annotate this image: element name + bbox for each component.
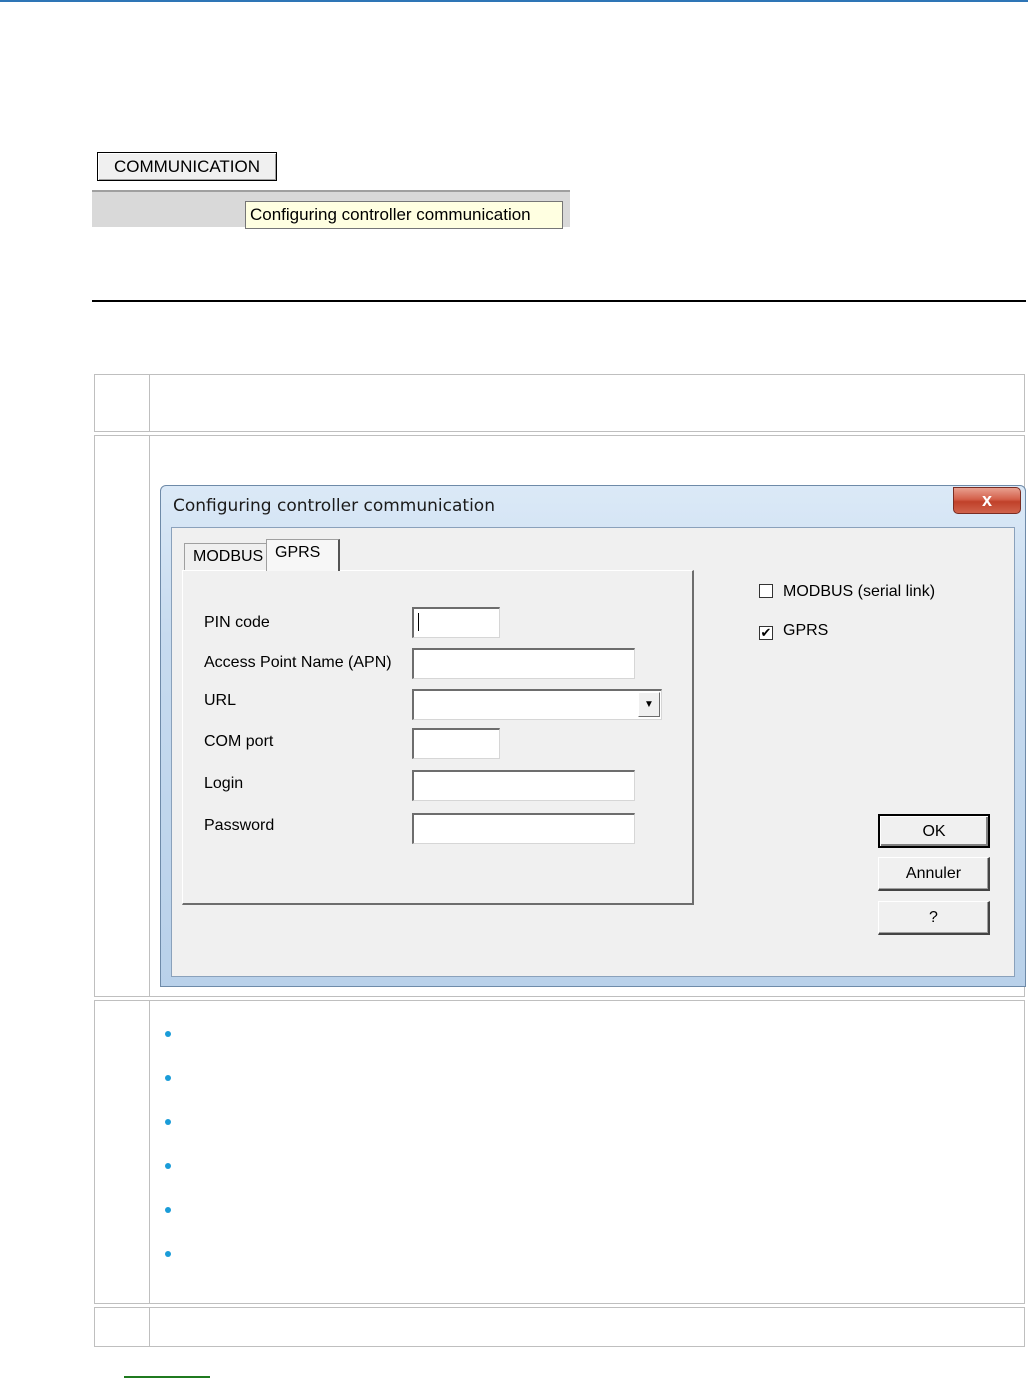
- dialog-body: MODBUS GPRS PIN code Access Point Name (…: [171, 527, 1015, 977]
- modbus-checkbox-row[interactable]: MODBUS (serial link): [759, 583, 935, 601]
- tooltip: Configuring controller communication: [245, 201, 563, 229]
- modbus-checkbox-label: MODBUS (serial link): [783, 583, 936, 600]
- url-combobox[interactable]: ▼: [412, 689, 662, 720]
- password-input[interactable]: [412, 813, 635, 844]
- bullet-icon: [165, 1251, 171, 1257]
- bullet-icon: [165, 1031, 171, 1037]
- password-label: Password: [204, 817, 275, 834]
- cancel-button[interactable]: Annuler: [878, 857, 990, 891]
- tab-modbus[interactable]: MODBUS: [184, 543, 268, 571]
- modbus-checkbox[interactable]: [759, 584, 773, 598]
- step-row: [94, 1000, 1025, 1304]
- login-label: Login: [204, 775, 244, 792]
- com-port-input[interactable]: [412, 728, 500, 759]
- section-divider: [92, 300, 1026, 302]
- footer-link-underline[interactable]: [124, 1376, 210, 1378]
- step-row: [94, 1307, 1025, 1347]
- bullet-icon: [165, 1075, 171, 1081]
- help-button[interactable]: ?: [878, 901, 990, 935]
- step-row: [94, 374, 1025, 432]
- pin-code-input[interactable]: [412, 607, 500, 638]
- header-rule: [0, 0, 1028, 2]
- apn-label: Access Point Name (APN): [204, 654, 392, 671]
- com-port-label: COM port: [204, 733, 274, 750]
- communication-dialog: Configuring controller communication x M…: [160, 485, 1026, 987]
- step-number-cell: [95, 1308, 150, 1346]
- chevron-down-icon[interactable]: ▼: [638, 692, 660, 717]
- close-button[interactable]: x: [953, 487, 1021, 514]
- communication-button[interactable]: COMMUNICATION: [97, 152, 277, 181]
- gprs-checkbox-row[interactable]: ✔ GPRS: [759, 622, 828, 640]
- gprs-checkbox-label: GPRS: [783, 622, 829, 639]
- bullet-icon: [165, 1119, 171, 1125]
- gprs-checkbox[interactable]: ✔: [759, 626, 773, 640]
- step-number-cell: [95, 436, 150, 996]
- apn-input[interactable]: [412, 648, 635, 679]
- bullet-icon: [165, 1207, 171, 1213]
- pin-code-label: PIN code: [204, 614, 270, 631]
- close-icon: x: [981, 490, 992, 510]
- ok-button[interactable]: OK: [878, 814, 990, 848]
- step-number-cell: [95, 375, 150, 431]
- bullet-icon: [165, 1163, 171, 1169]
- dialog-title: Configuring controller communication: [173, 496, 495, 516]
- text-caret: [418, 613, 419, 631]
- tab-gprs[interactable]: GPRS: [266, 539, 340, 571]
- gprs-tab-panel: PIN code Access Point Name (APN) URL ▼ C…: [182, 570, 694, 905]
- step-number-cell: [95, 1001, 150, 1303]
- login-input[interactable]: [412, 770, 635, 801]
- url-label: URL: [204, 692, 237, 709]
